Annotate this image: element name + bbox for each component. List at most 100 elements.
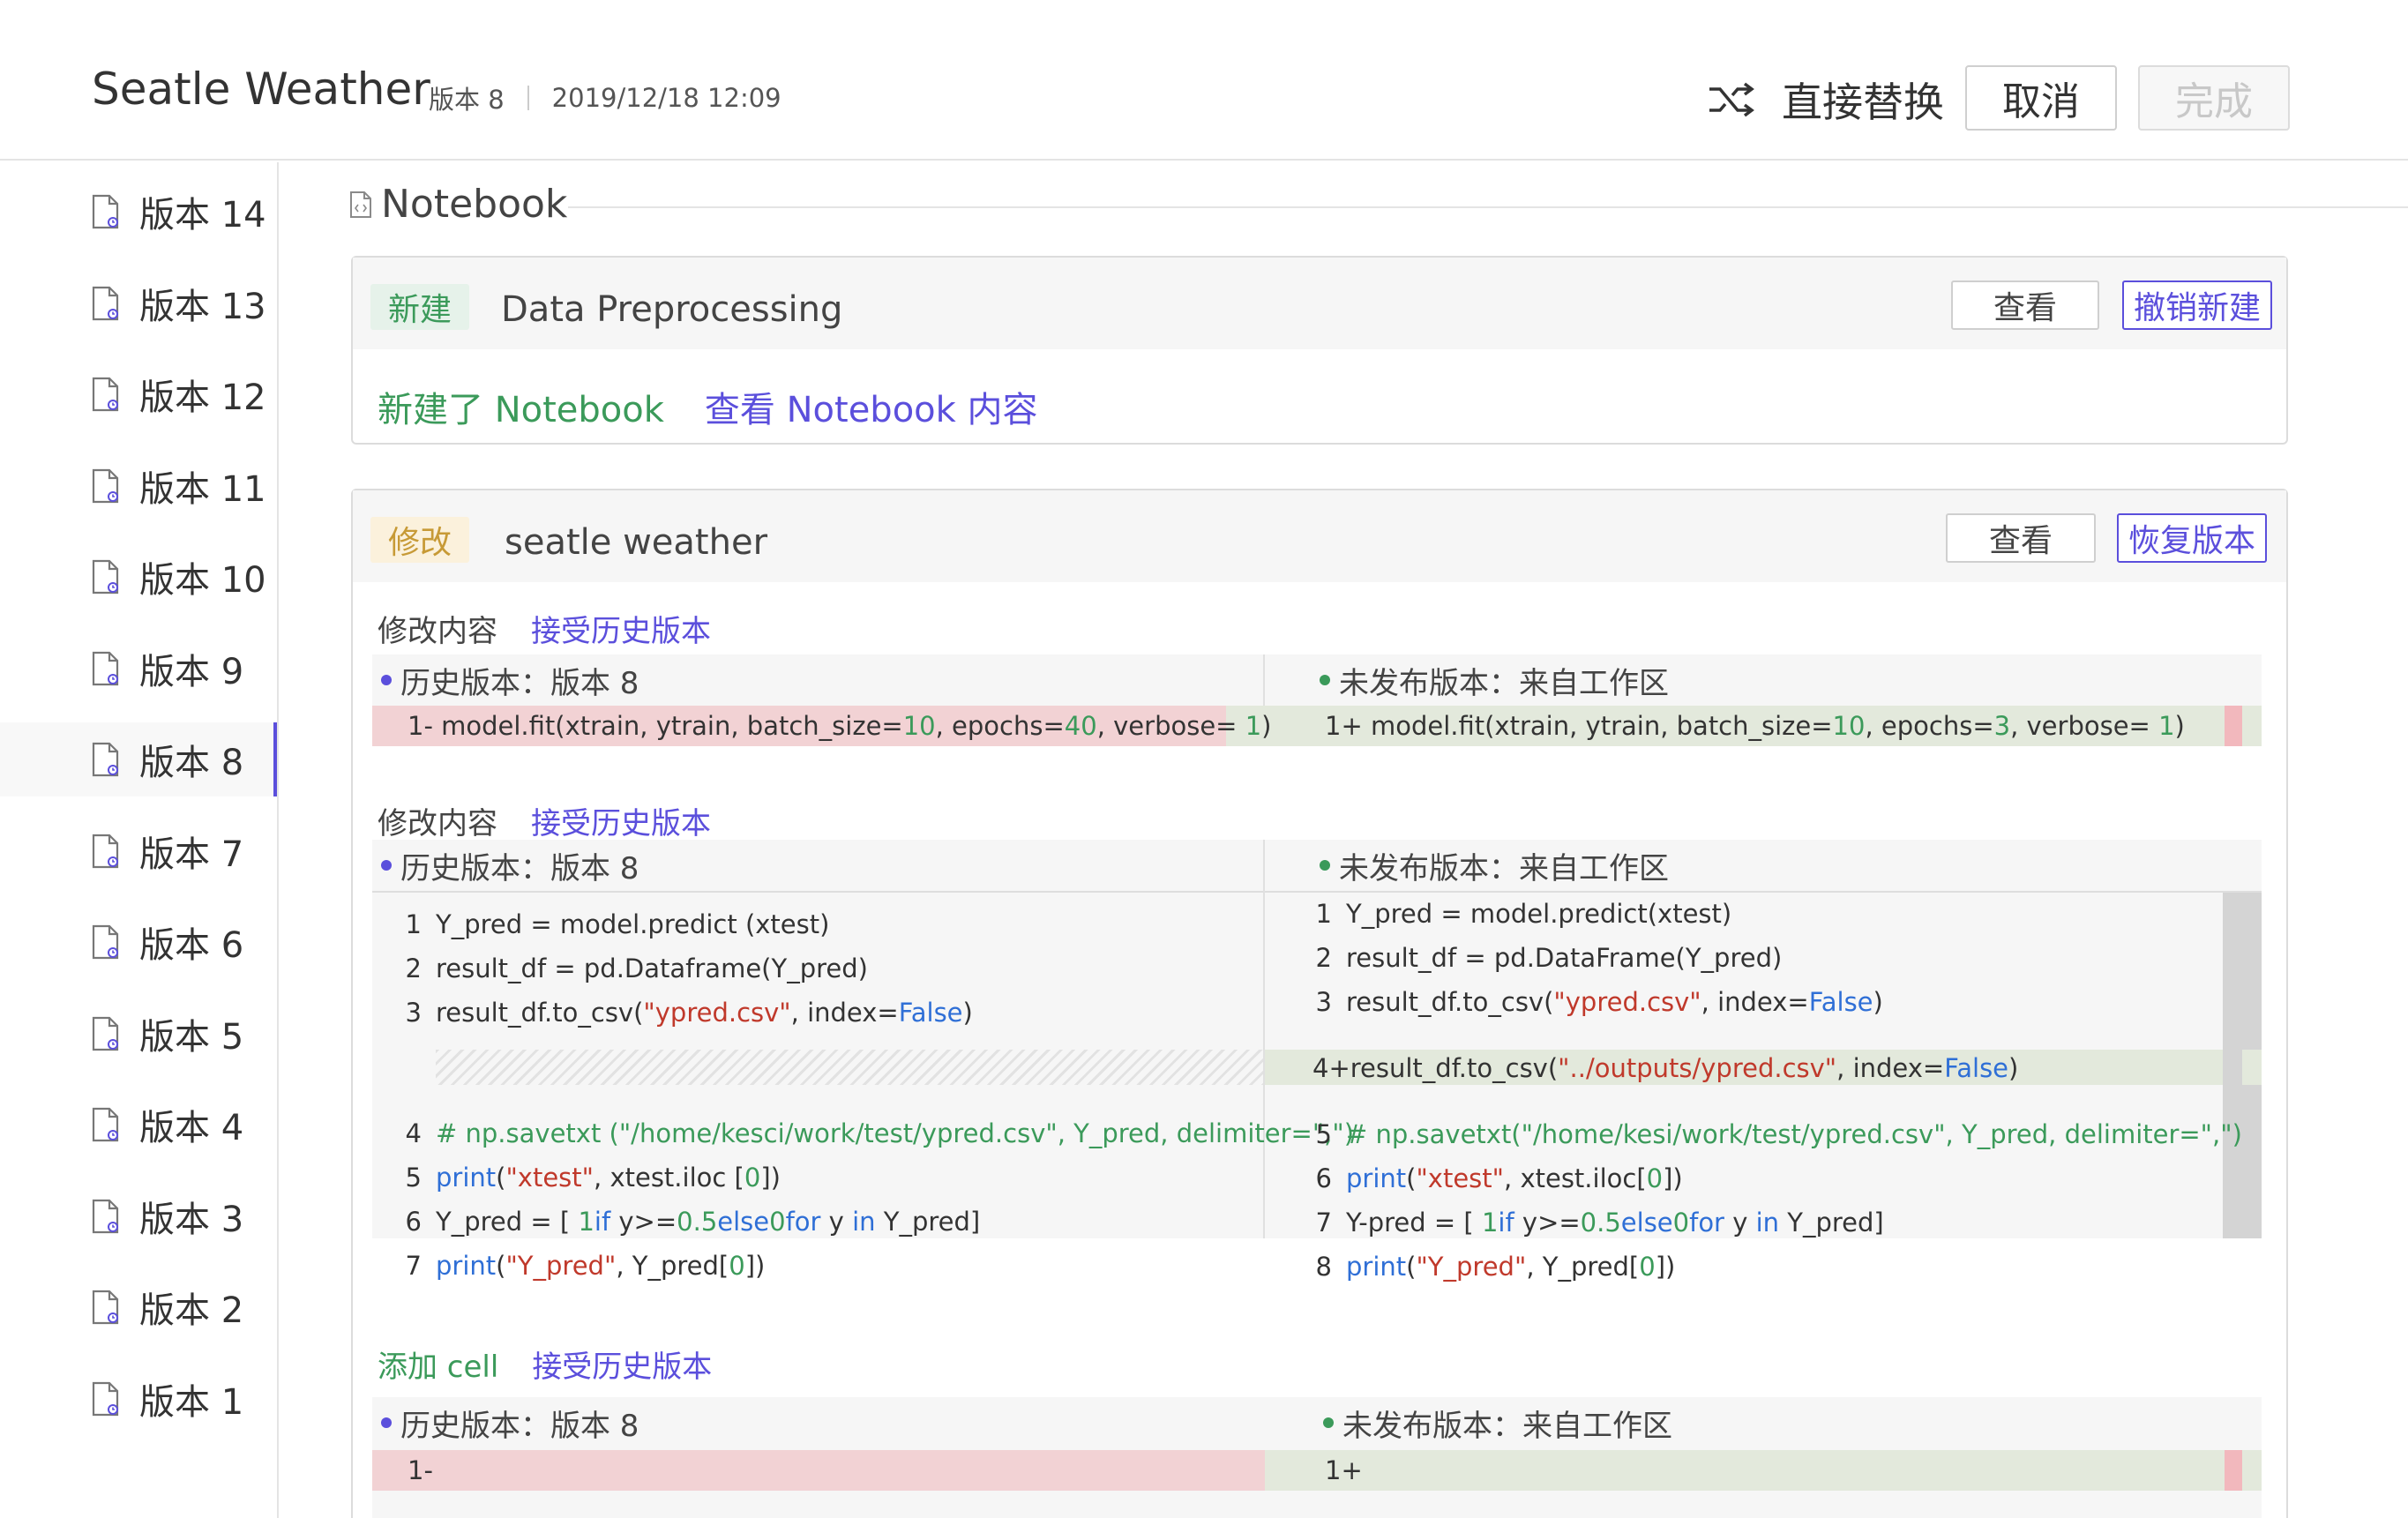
line-number: 3 [1315, 987, 1332, 1017]
code-line: 2 result_df = pd.DataFrame(Y_pred) [1302, 938, 1783, 978]
code-line: 7 print("Y_pred", Y_pred[0]) [392, 1245, 766, 1286]
card-header: 新建 Data Preprocessing 查看 撤销新建 [353, 258, 2286, 349]
line-number: 5 [405, 1163, 422, 1193]
diff-view: 历史版本：版本 8 未发布版本：来自工作区 1 Y_pred = model.pr… [372, 840, 2262, 1282]
notebook-section-title: Notebook [349, 182, 567, 227]
diff-right-header: 未发布版本：来自工作区 [1323, 1397, 1672, 1448]
code-line: 6 print("xtest", xtest.iloc[0]) [1302, 1158, 1683, 1199]
top-header: Seatle Weather 版本 8 2019/12/18 12:09 直接替… [0, 0, 2408, 161]
notebook-card-modified: 修改 seatle weather 查看 恢复版本 修改内容 接受历史版本 历史… [351, 489, 2288, 1518]
sidebar-item-label: 版本 7 [139, 834, 244, 875]
version-file-icon [92, 559, 119, 594]
status-badge-new: 新建 [370, 284, 470, 330]
app-root: Seatle Weather 版本 8 2019/12/18 12:09 直接替… [0, 0, 2408, 1518]
sidebar-item-version[interactable]: 版本 4 [0, 1088, 277, 1162]
diff-left-header: 历史版本：版本 8 [381, 654, 639, 706]
sidebar-item-version[interactable]: 版本 8 [0, 722, 277, 796]
sidebar-item-label: 版本 8 [139, 743, 244, 783]
sidebar-item-version[interactable]: 版本 14 [0, 175, 277, 249]
diff-view: 历史版本：版本 8 未发布版本：来自工作区 1- model.fit(xtrai… [372, 654, 2262, 746]
view-button[interactable]: 查看 [1951, 280, 2099, 330]
code-line: 5 print("xtest", xtest.iloc [0]) [392, 1157, 781, 1198]
sidebar-item-version[interactable]: 版本 10 [0, 540, 277, 614]
deleted-line-bg [372, 1450, 1265, 1491]
sidebar-item-version[interactable]: 版本 3 [0, 1179, 277, 1253]
sidebar-item-version[interactable]: 版本 2 [0, 1270, 277, 1344]
version-file-icon [92, 1199, 119, 1233]
workspace-dot [1320, 860, 1330, 871]
change-type-label: 修改内容 [378, 614, 497, 649]
change-type-label: 添加 cell [378, 1350, 499, 1385]
diff-left-header: 历史版本：版本 8 [381, 840, 639, 891]
meta-separator [527, 86, 529, 110]
diff-right-header: 未发布版本：来自工作区 [1320, 840, 1669, 891]
sidebar-item-version[interactable]: 版本 13 [0, 266, 277, 340]
version-datetime: 2019/12/18 12:09 [551, 83, 781, 113]
sidebar-item-version[interactable]: 版本 12 [0, 357, 277, 431]
code-line: 1 Y_pred = model.predict(xtest) [1302, 894, 1732, 934]
accept-history-link[interactable]: 接受历史版本 [531, 607, 711, 650]
line-number: 8 [1315, 1252, 1332, 1282]
change-marker [2225, 1450, 2242, 1491]
version-file-icon [92, 1381, 119, 1416]
restore-version-button[interactable]: 恢复版本 [2117, 513, 2267, 563]
line-number: 2 [1315, 943, 1332, 973]
workspace-version-label: 未发布版本：来自工作区 [1339, 665, 1669, 701]
accept-history-link[interactable]: 接受历史版本 [531, 799, 711, 842]
sidebar-item-version[interactable]: 版本 11 [0, 449, 277, 523]
card-header: 修改 seatle weather 查看 恢复版本 [353, 490, 2286, 582]
view-button[interactable]: 查看 [1946, 513, 2096, 563]
change-header: 修改内容 接受历史版本 [378, 607, 711, 650]
version-meta: 版本 8 2019/12/18 12:09 [429, 79, 781, 116]
empty-placeholder-line [436, 1050, 1263, 1085]
line-number: 3 [405, 998, 422, 1028]
history-version-label: 历史版本：版本 8 [400, 665, 639, 701]
sidebar-item-label: 版本 2 [139, 1290, 244, 1331]
shuffle-icon [1709, 82, 1754, 117]
sidebar-item-label: 版本 9 [139, 651, 244, 692]
sidebar-item-label: 版本 11 [139, 468, 266, 510]
notebook-card-new: 新建 Data Preprocessing 查看 撤销新建 新建了 Notebo… [351, 256, 2288, 445]
version-file-icon [92, 1290, 119, 1325]
line-number: 1 [1315, 899, 1332, 929]
workspace-dot [1320, 675, 1330, 685]
done-button[interactable]: 完成 [2138, 65, 2290, 131]
history-version-label: 历史版本：版本 8 [400, 850, 639, 886]
line-number: 6 [1315, 1163, 1332, 1193]
sidebar-item-version[interactable]: 版本 1 [0, 1362, 277, 1436]
line-number: 4 [405, 1118, 422, 1148]
change-header: 添加 cell 接受历史版本 [378, 1342, 712, 1386]
replace-directly-button[interactable]: 直接替换 [1708, 71, 1944, 129]
diff-view: 历史版本：版本 8 未发布版本：来自工作区 1- 1+ [372, 1397, 2262, 1518]
sidebar-item-version[interactable]: 版本 9 [0, 632, 277, 706]
workspace-version-label: 未发布版本：来自工作区 [1339, 850, 1669, 886]
sidebar-item-label: 版本 5 [139, 1016, 244, 1058]
undo-create-button[interactable]: 撤销新建 [2122, 280, 2272, 330]
code-line: 1 Y_pred = model.predict (xtest) [392, 904, 830, 945]
diff-divider [1263, 840, 1265, 1238]
sidebar-item-version[interactable]: 版本 6 [0, 905, 277, 979]
section-title-text: Notebook [381, 182, 568, 227]
code-line: 3 result_df.to_csv("ypred.csv", index= Fal… [1302, 982, 1883, 1022]
history-version-label: 历史版本：版本 8 [400, 1408, 639, 1444]
added-code-line: 1+ [1325, 1455, 1363, 1485]
line-number: 7 [1315, 1208, 1332, 1238]
sidebar-item-version[interactable]: 版本 5 [0, 997, 277, 1071]
replace-directly-label: 直接替换 [1782, 79, 1944, 126]
cancel-button[interactable]: 取消 [1965, 65, 2117, 131]
line-number: 2 [405, 953, 422, 983]
history-dot [381, 1417, 392, 1428]
view-notebook-content-link[interactable]: 查看 Notebook 内容 [705, 381, 1038, 432]
accept-history-link[interactable]: 接受历史版本 [532, 1342, 712, 1386]
version-file-icon [92, 742, 119, 777]
code-line: 2 result_df = pd.Dataframe(Y_pred) [392, 948, 868, 989]
version-file-icon [92, 834, 119, 868]
diff-left-header: 历史版本：版本 8 [381, 1397, 639, 1448]
notebook-name: Data Preprocessing [501, 289, 843, 330]
deleted-code-line: 1- [408, 1455, 433, 1485]
version-file-icon [92, 924, 119, 960]
history-dot [381, 860, 392, 871]
sidebar-item-version[interactable]: 版本 7 [0, 814, 277, 888]
sidebar-item-label: 版本 14 [139, 195, 266, 236]
change-header: 修改内容 接受历史版本 [378, 799, 711, 842]
